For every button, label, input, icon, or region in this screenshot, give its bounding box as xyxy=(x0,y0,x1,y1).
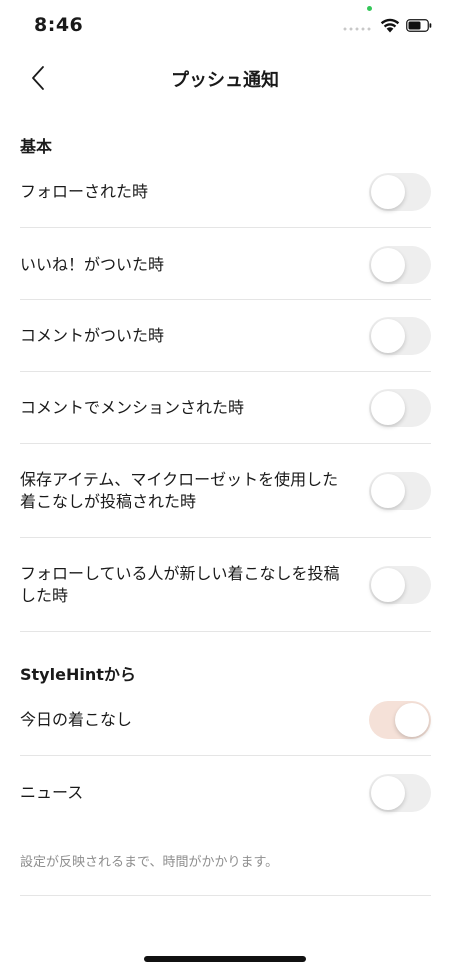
divider xyxy=(20,371,431,372)
status-time: 8:46 xyxy=(34,14,84,36)
setting-row-liked: いいね！がついた時 xyxy=(20,245,431,285)
section-header-basic: 基本 xyxy=(20,137,53,156)
divider xyxy=(20,299,431,300)
section-header-stylehint: StyleHintから xyxy=(20,665,136,684)
status-bar: 8:46 xyxy=(0,0,450,48)
page-title: プッシュ通知 xyxy=(171,70,279,91)
settings-footnote: 設定が反映されるまで、時間がかかります。 xyxy=(20,855,279,870)
toggle-commented[interactable] xyxy=(369,317,431,355)
setting-row-commented: コメントがついた時 xyxy=(20,316,431,356)
setting-label: ニュース xyxy=(20,783,84,802)
toggle-mentioned[interactable] xyxy=(369,389,431,427)
toggle-todays-outfit[interactable] xyxy=(369,701,431,739)
divider xyxy=(20,895,431,896)
setting-row-todays-outfit: 今日の着こなし xyxy=(20,700,431,740)
toggle-saved-item-outfit[interactable] xyxy=(369,472,431,510)
status-icons xyxy=(342,6,432,36)
setting-label: フォローしている人が新しい着こなしを投稿した時 xyxy=(20,564,340,605)
setting-label: いいね！がついた時 xyxy=(20,255,165,274)
setting-row-followed: フォローされた時 xyxy=(20,172,431,212)
active-indicator-dot xyxy=(367,6,372,11)
toggle-liked[interactable] xyxy=(369,246,431,284)
setting-row-saved-item-outfit: 保存アイテム、マイクローゼットを使用した着こなしが投稿された時 xyxy=(20,468,431,514)
divider xyxy=(20,227,431,228)
cellular-signal-icon xyxy=(342,6,372,35)
navigation-bar: プッシュ通知 xyxy=(0,52,450,104)
setting-row-following-outfit: フォローしている人が新しい着こなしを投稿した時 xyxy=(20,562,431,608)
push-notification-settings-screen: 8:46 プッシュ通知 基本 フォローされた時 いいね！がついた時 コメントがつ… xyxy=(0,0,450,972)
setting-row-mentioned: コメントでメンションされた時 xyxy=(20,388,431,428)
wifi-icon xyxy=(380,18,400,33)
toggle-following-outfit[interactable] xyxy=(369,566,431,604)
home-indicator xyxy=(144,956,306,962)
divider xyxy=(20,755,431,756)
setting-label: フォローされた時 xyxy=(20,182,149,201)
toggle-news[interactable] xyxy=(369,774,431,812)
setting-label: 保存アイテム、マイクローゼットを使用した着こなしが投稿された時 xyxy=(20,470,339,511)
divider xyxy=(20,631,431,632)
setting-label: コメントがついた時 xyxy=(20,326,165,345)
battery-icon xyxy=(406,18,432,32)
setting-row-news: ニュース xyxy=(20,773,431,813)
setting-label: 今日の着こなし xyxy=(20,710,133,729)
setting-label: コメントでメンションされた時 xyxy=(20,398,245,417)
divider xyxy=(20,443,431,444)
divider xyxy=(20,537,431,538)
toggle-followed[interactable] xyxy=(369,173,431,211)
